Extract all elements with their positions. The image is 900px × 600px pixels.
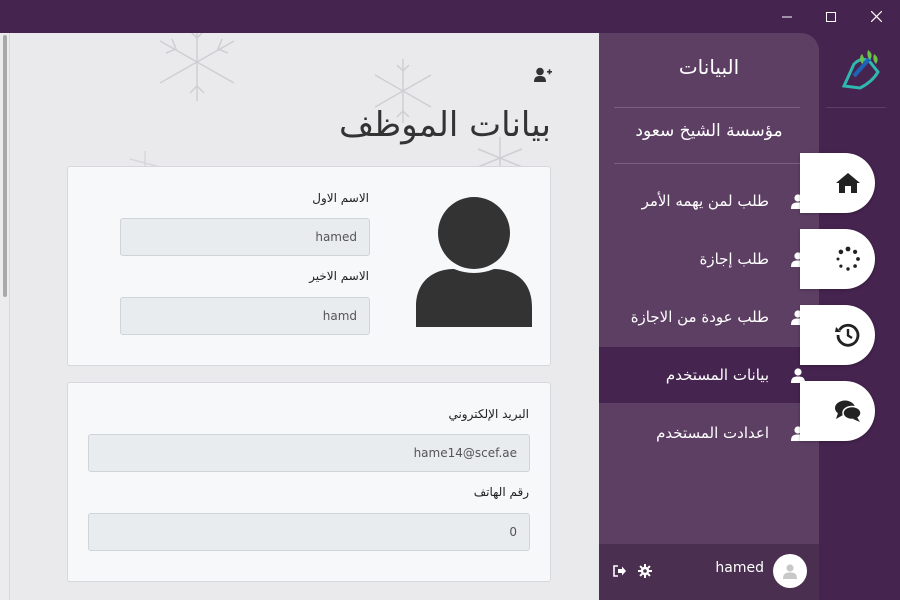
add-user-icon[interactable]	[534, 67, 552, 83]
nav-item-user-settings[interactable]: اعدادت المستخدم	[599, 405, 819, 461]
user-icon	[783, 563, 797, 579]
phone-label: رقم الهاتف	[473, 485, 529, 499]
nav-item-return-request[interactable]: طلب عودة من الاجازة	[599, 289, 819, 345]
contact-card: البريد الإلكتروني hame14@scef.ae رقم اله…	[67, 382, 551, 582]
minimize-button[interactable]	[764, 0, 810, 33]
history-button[interactable]	[800, 305, 875, 365]
maximize-button[interactable]	[808, 0, 854, 33]
navigation-panel: البيانات مؤسسة الشيخ سعود طلب لمن يهمه ا…	[599, 33, 819, 600]
home-icon	[835, 173, 860, 193]
divider	[614, 107, 800, 108]
nav-item-user-data[interactable]: بيانات المستخدم	[599, 347, 819, 403]
scrollbar[interactable]	[0, 33, 10, 600]
first-name-field[interactable]: hamed	[120, 218, 370, 256]
divider	[826, 107, 886, 108]
nav-item-leave-request[interactable]: طلب إجازة	[599, 231, 819, 287]
maximize-icon	[826, 11, 836, 22]
chat-icon	[834, 400, 862, 422]
scrollbar-thumb[interactable]	[3, 35, 7, 297]
nav-footer: hamed	[599, 544, 819, 600]
name-card: الاسم الاول hamed الاسم الاخير hamd	[67, 166, 551, 366]
history-icon	[834, 323, 859, 347]
minimize-icon	[782, 16, 792, 17]
snowflake-decoration-icon	[129, 151, 161, 167]
spinner-icon	[836, 246, 860, 271]
first-name-label: الاسم الاول	[312, 191, 369, 205]
user-name: hamed	[715, 560, 764, 576]
title-bar	[0, 0, 900, 33]
last-name-label: الاسم الاخير	[309, 269, 369, 283]
close-button[interactable]	[853, 0, 899, 33]
main-content: بيانات الموظف الاسم الاول hamed الاسم ال…	[0, 33, 600, 600]
email-field[interactable]: hame14@scef.ae	[88, 434, 530, 472]
logout-icon[interactable]	[613, 564, 627, 578]
avatar[interactable]	[773, 554, 807, 588]
nav-item-letter-request[interactable]: طلب لمن يهمه الأمر	[599, 173, 819, 229]
close-icon	[870, 11, 882, 22]
nav-item-label: اعدادت المستخدم	[656, 424, 769, 442]
divider	[614, 163, 800, 164]
nav-title: البيانات	[678, 55, 740, 79]
home-button[interactable]	[800, 153, 875, 213]
avatar-placeholder-icon	[416, 197, 532, 327]
email-label: البريد الإلكتروني	[448, 407, 529, 421]
nav-item-label: طلب إجازة	[699, 250, 769, 268]
phone-field[interactable]: 0	[88, 513, 530, 551]
gear-icon[interactable]	[638, 564, 652, 578]
last-name-field[interactable]: hamd	[120, 297, 370, 335]
nav-item-label: طلب لمن يهمه الأمر	[641, 192, 769, 210]
loading-button[interactable]	[800, 229, 875, 289]
nav-item-label: طلب عودة من الاجازة	[630, 308, 769, 326]
chat-button[interactable]	[800, 381, 875, 441]
organization-name: مؤسسة الشيخ سعود	[635, 121, 783, 141]
nav-item-label: بيانات المستخدم	[665, 366, 769, 384]
app-logo-icon	[841, 50, 880, 90]
snowflake-decoration-icon	[159, 33, 235, 101]
page-title: بيانات الموظف	[338, 105, 551, 145]
